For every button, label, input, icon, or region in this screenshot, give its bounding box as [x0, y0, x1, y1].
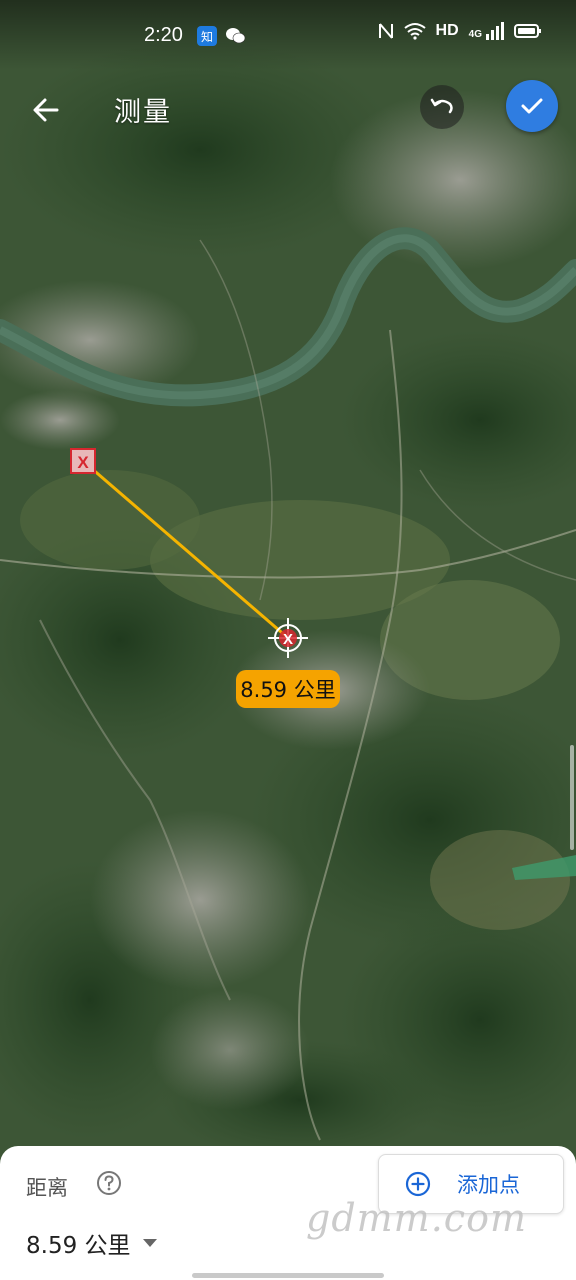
wifi-icon: [403, 23, 426, 40]
distance-label: 距离: [26, 1176, 68, 1200]
add-point-label: 添加点: [457, 1173, 520, 1197]
watermark-text: gdmm.com: [306, 1196, 527, 1240]
signal-icon: 4G: [469, 22, 504, 40]
status-bar: 2:20 知 HD 4G: [0, 0, 576, 70]
start-marker[interactable]: X: [70, 448, 96, 474]
svg-text:X: X: [283, 631, 293, 648]
map-scroll-indicator: [570, 745, 574, 850]
measure-line: [82, 459, 289, 640]
undo-icon: [430, 98, 453, 114]
toolbar: 测量: [0, 70, 576, 150]
network-hd-label: HD: [435, 22, 459, 39]
confirm-button[interactable]: [506, 80, 558, 132]
wechat-icon: [225, 26, 246, 46]
plus-circle-icon: [405, 1171, 431, 1197]
svg-text:X: X: [77, 453, 89, 472]
checkmark-icon: [521, 98, 543, 114]
arrow-left-icon: [33, 98, 59, 122]
satellite-map[interactable]: X X 8.59 公里: [0, 0, 576, 1280]
battery-icon: [514, 24, 541, 38]
nfc-icon: [378, 23, 393, 39]
chevron-down-icon: [142, 1239, 157, 1247]
zhihu-icon: 知: [197, 26, 217, 46]
home-indicator[interactable]: [192, 1273, 384, 1278]
distance-value-dropdown[interactable]: 8.59 公里: [26, 1226, 157, 1260]
help-icon[interactable]: [96, 1170, 122, 1196]
status-time: 2:20: [144, 24, 183, 46]
back-button[interactable]: [26, 90, 66, 130]
distance-tooltip: 8.59 公里: [236, 670, 340, 708]
cell-type-label: 4G: [468, 29, 482, 40]
svg-text:知: 知: [201, 30, 213, 44]
distance-value: 8.59 公里: [26, 1233, 131, 1259]
page-title: 测量: [114, 97, 172, 128]
measure-overlay: X X: [70, 448, 308, 658]
undo-button[interactable]: [420, 85, 464, 129]
